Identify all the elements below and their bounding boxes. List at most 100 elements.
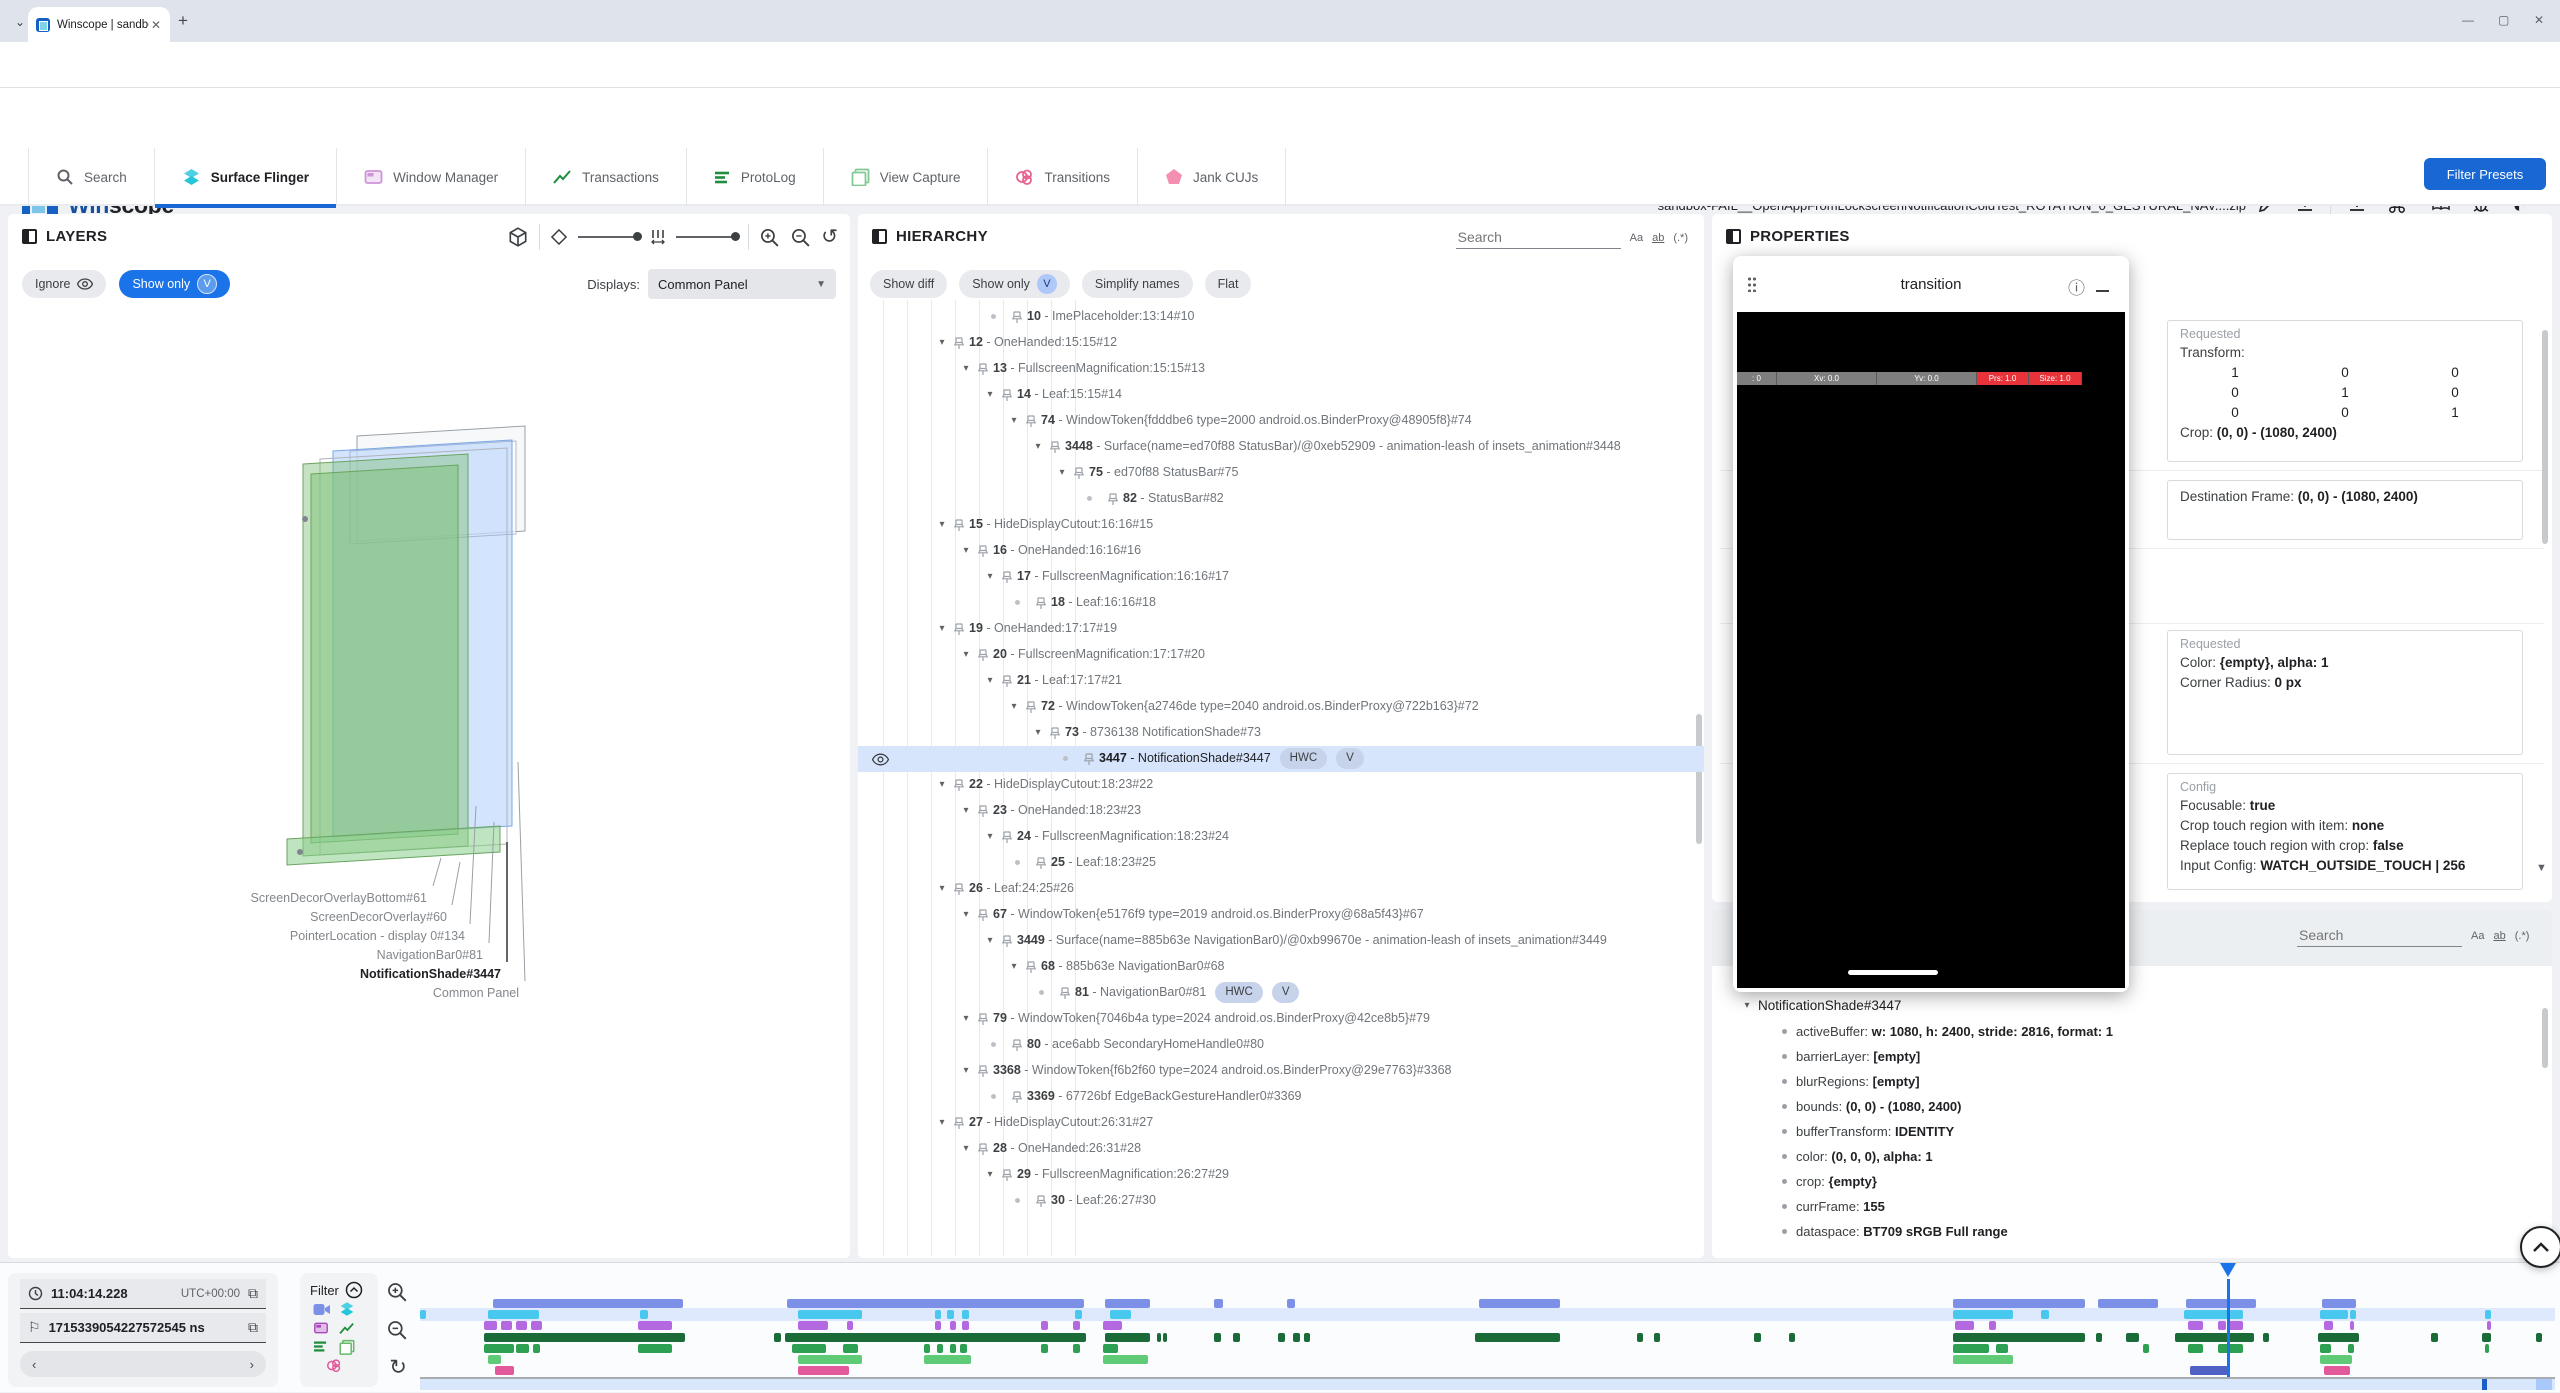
timeline-segment[interactable] [2350, 1310, 2356, 1319]
expand-arrow-icon[interactable]: ▾ [957, 538, 975, 563]
timeline-segment[interactable] [420, 1310, 426, 1319]
timeline-segment[interactable] [960, 1344, 966, 1353]
timeline-segment[interactable] [2263, 1333, 2269, 1342]
timeline-segment[interactable] [488, 1310, 539, 1319]
layer-label[interactable]: Common Panel [8, 986, 519, 1000]
curr-property-row[interactable]: barrierLayer: [empty] [1782, 1044, 2538, 1069]
expand-arrow-icon[interactable]: ▾ [981, 1162, 999, 1187]
timeline-segment[interactable] [2324, 1366, 2350, 1375]
expand-arrow-icon[interactable]: ▾ [981, 564, 999, 589]
timeline-segment[interactable] [2041, 1310, 2050, 1319]
transactions-filter-icon[interactable] [339, 1322, 355, 1335]
expand-arrow-icon[interactable]: ▾ [1029, 434, 1047, 459]
hierarchy-row[interactable]: ▾27 - HideDisplayCutout:26:31#27 [858, 1110, 1704, 1136]
timeline-segment[interactable] [1996, 1344, 2009, 1353]
timeline-segment[interactable] [843, 1344, 858, 1353]
curr-property-row[interactable]: dataspace: BT709 sRGB Full range [1782, 1219, 2538, 1244]
3d-cube-icon[interactable] [507, 226, 529, 248]
copy-icon[interactable]: ⧉ [248, 1285, 258, 1302]
match-case-icon[interactable]: Aa [1630, 232, 1643, 244]
curr-property-row[interactable]: crop: {empty} [1782, 1169, 2538, 1194]
curr-property-row[interactable]: blurRegions: [empty] [1782, 1069, 2538, 1094]
timeline-segment[interactable] [924, 1344, 930, 1353]
layer-label[interactable]: ScreenDecorOverlay#60 [8, 910, 447, 924]
timeline-segment[interactable] [2348, 1344, 2354, 1353]
timeline-segment[interactable] [2218, 1344, 2244, 1353]
next-frame-icon[interactable]: › [250, 1357, 254, 1372]
time-value[interactable]: 11:04:14.228 [51, 1286, 173, 1301]
collapse-panel-icon[interactable] [22, 229, 37, 244]
window-minimize-icon[interactable]: — [2462, 13, 2474, 27]
hierarchy-row[interactable]: 82 - StatusBar#82 [858, 486, 1704, 512]
scroll-to-top-button[interactable] [2520, 1226, 2560, 1268]
timeline-segment[interactable] [2318, 1333, 2359, 1342]
timeline-segment[interactable] [2218, 1321, 2227, 1330]
expand-arrow-icon[interactable]: ▾ [1005, 408, 1023, 433]
timeline-segment[interactable] [1041, 1344, 1047, 1353]
transitions-filter-icon[interactable] [326, 1358, 342, 1373]
timeline-segment[interactable] [501, 1321, 512, 1330]
timeline-segment[interactable] [638, 1321, 672, 1330]
screen-recording-window[interactable]: transition ⓘ : 0Xv: 0.0Yv: 0.0Prs: 1.0Si… [1733, 256, 2129, 992]
timeline-segment[interactable] [962, 1310, 968, 1319]
expand-arrow-icon[interactable]: ▾ [957, 1006, 975, 1031]
timeline-segment[interactable] [1953, 1333, 2085, 1342]
timeline-segment[interactable] [950, 1344, 956, 1353]
match-word-icon[interactable]: ab [2493, 930, 2505, 942]
timeline-segment[interactable] [2184, 1310, 2244, 1319]
timeline-segment[interactable] [2322, 1299, 2356, 1308]
pin-icon[interactable] [1033, 857, 1049, 870]
timeline-segment[interactable] [2320, 1355, 2352, 1364]
hierarchy-row[interactable]: ▾24 - FullscreenMagnification:18:23#24 [858, 824, 1704, 850]
layer-label[interactable]: NavigationBar0#81 [8, 948, 483, 962]
pin-icon[interactable] [951, 519, 967, 532]
pin-icon[interactable] [975, 545, 991, 558]
timeline-segment[interactable] [798, 1366, 849, 1375]
hierarchy-row[interactable]: 3447 - NotificationShade#3447HWCV [858, 746, 1704, 772]
regex-icon[interactable]: (.*) [2515, 930, 2530, 942]
expand-arrow-icon[interactable]: ▾ [957, 902, 975, 927]
timeline-segment[interactable] [484, 1321, 497, 1330]
hierarchy-row[interactable]: ▾20 - FullscreenMagnification:17:17#20 [858, 642, 1704, 668]
timeline-segment[interactable] [798, 1355, 862, 1364]
tab-window-manager[interactable]: Window Manager [337, 148, 526, 206]
timeline-segment[interactable] [516, 1321, 527, 1330]
timeline-segment[interactable] [798, 1310, 862, 1319]
hierarchy-row[interactable]: ▾12 - OneHanded:15:15#12 [858, 330, 1704, 356]
timeline-segment[interactable] [2320, 1344, 2331, 1353]
timeline-segment[interactable] [1075, 1310, 1081, 1319]
timeline-segment[interactable] [1293, 1333, 1299, 1342]
layers-3d-view[interactable]: ScreenDecorOverlayBottom#61ScreenDecorOv… [8, 306, 850, 1258]
timeline-segment[interactable] [2098, 1299, 2158, 1308]
hierarchy-row[interactable]: ▾13 - FullscreenMagnification:15:15#13 [858, 356, 1704, 382]
timeline-segment[interactable] [2126, 1333, 2139, 1342]
hierarchy-row[interactable]: ▾23 - OneHanded:18:23#23 [858, 798, 1704, 824]
timeline-segment[interactable] [1953, 1344, 1989, 1353]
timeline-segment[interactable] [785, 1333, 1086, 1342]
hierarchy-row[interactable]: ▾29 - FullscreenMagnification:26:27#29 [858, 1162, 1704, 1188]
timeline-segment[interactable] [2188, 1344, 2203, 1353]
timeline-segment[interactable] [1789, 1333, 1795, 1342]
hierarchy-row[interactable]: ▾79 - WindowToken{7046b4a type=2024 andr… [858, 1006, 1704, 1032]
collapse-filter-icon[interactable] [345, 1281, 363, 1299]
expand-arrow-icon[interactable]: ▾ [933, 1110, 951, 1135]
timeline-segment[interactable] [792, 1344, 826, 1353]
match-word-icon[interactable]: ab [1652, 232, 1664, 244]
zoom-out-icon[interactable] [790, 227, 811, 248]
hierarchy-row[interactable]: ▾74 - WindowToken{fdddbe6 type=2000 andr… [858, 408, 1704, 434]
pin-icon[interactable] [975, 1065, 991, 1078]
pin-icon[interactable] [999, 675, 1015, 688]
timeline-segment[interactable] [1214, 1299, 1223, 1308]
pin-icon[interactable] [1033, 1195, 1049, 1208]
new-tab-button[interactable]: + [178, 13, 188, 29]
timeline-segment[interactable] [2487, 1321, 2491, 1330]
pin-icon[interactable] [975, 805, 991, 818]
curr-search-input[interactable] [2297, 924, 2462, 947]
curr-scrollbar[interactable] [2542, 1008, 2548, 1068]
hierarchy-row[interactable]: ▾73 - 8736138 NotificationShade#73 [858, 720, 1704, 746]
pin-icon[interactable] [1009, 1091, 1025, 1104]
hierarchy-row[interactable]: ▾22 - HideDisplayCutout:18:23#22 [858, 772, 1704, 798]
collapse-panel-icon[interactable] [872, 229, 887, 244]
expand-arrow-icon[interactable]: ▾ [957, 1136, 975, 1161]
timeline-segment[interactable] [947, 1310, 953, 1319]
